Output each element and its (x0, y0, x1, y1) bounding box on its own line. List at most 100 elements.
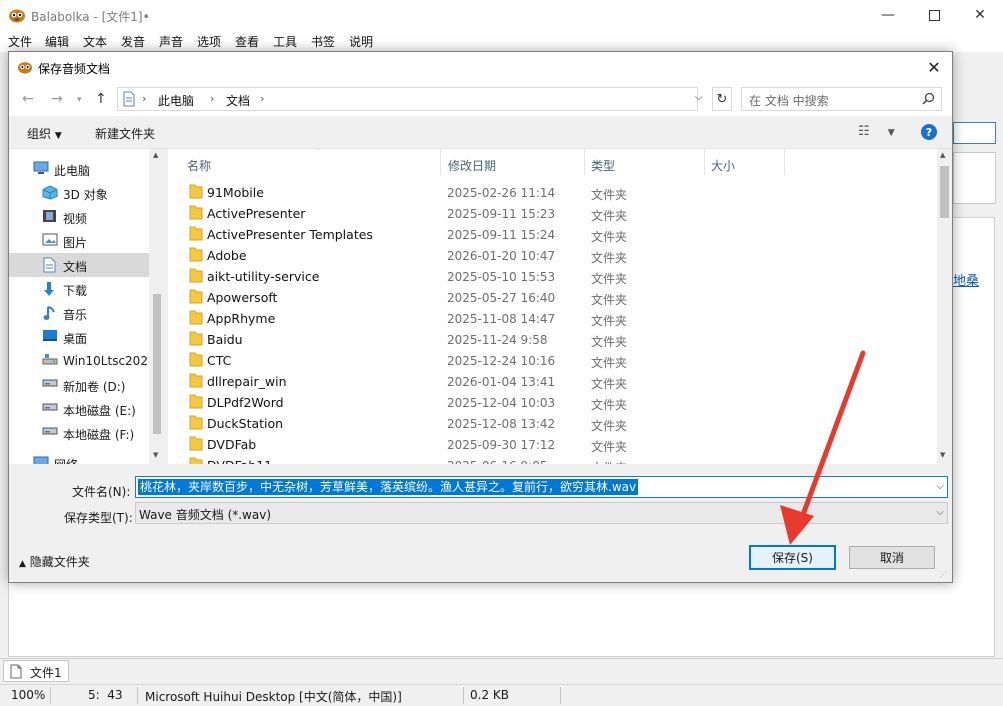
table-row[interactable]: aikt-utility-service 2025-05-10 15:53 文件夹 (168, 266, 938, 287)
hide-folders-toggle[interactable]: ▲ 隐藏文件夹 (19, 553, 90, 570)
new-folder-button[interactable]: 新建文件夹 (95, 125, 155, 142)
file-type: 文件夹 (591, 230, 628, 244)
maximize-button[interactable] (911, 0, 957, 30)
nav-item-pictures[interactable]: 图片 (9, 229, 149, 253)
nav-item-3d-objects[interactable]: 3D 对象 (9, 181, 149, 205)
menu-help[interactable]: 说明 (349, 33, 373, 50)
table-row[interactable]: DVDFab 2025-09-30 17:12 文件夹 (168, 434, 938, 455)
dialog-close-button[interactable]: ✕ (923, 56, 945, 78)
breadcrumb-separator-icon[interactable]: › (142, 92, 146, 105)
menu-bar: 文件 编辑 文本 发音 声音 选项 查看 工具 书签 说明 (0, 30, 1003, 52)
network-drive-icon (42, 353, 58, 369)
nav-item-drive-d[interactable]: 新加卷 (D:) (9, 373, 149, 397)
column-header-date[interactable]: 修改日期 (448, 157, 496, 174)
column-header-name[interactable]: 名称 (187, 157, 211, 174)
column-divider[interactable] (704, 149, 705, 175)
nav-item-desktop[interactable]: 桌面 (9, 325, 149, 349)
column-header-size[interactable]: 大小 (711, 157, 735, 174)
nav-item-win10ltsc2021[interactable]: Win10Ltsc2021 (9, 349, 156, 373)
save-button[interactable]: 保存(S) (749, 545, 836, 570)
scrollbar-thumb[interactable] (153, 294, 161, 434)
table-row[interactable]: ActivePresenter Templates 2025-09-11 15:2… (168, 224, 938, 245)
desktop-icon (42, 329, 58, 345)
table-row[interactable]: Apowersoft 2025-05-27 16:40 文件夹 (168, 287, 938, 308)
table-row[interactable]: ActivePresenter 2025-09-11 15:23 文件夹 (168, 203, 938, 224)
nav-item-documents[interactable]: 文档 (9, 253, 149, 277)
help-icon[interactable]: ? (921, 124, 937, 140)
column-header-type[interactable]: 类型 (591, 157, 615, 174)
table-row[interactable]: Baidu 2025-11-24 9:58 文件夹 (168, 329, 938, 350)
menu-pronunciation[interactable]: 发音 (121, 33, 145, 50)
folder-icon (189, 226, 203, 244)
table-row[interactable]: 91Mobile 2025-02-26 11:14 文件夹 (168, 182, 938, 203)
menu-view[interactable]: 查看 (235, 33, 259, 50)
recent-locations-icon[interactable]: ▾ (77, 95, 82, 105)
breadcrumb-separator-icon[interactable]: › (260, 92, 264, 105)
table-row[interactable]: Adobe 2026-01-20 10:47 文件夹 (168, 245, 938, 266)
table-row[interactable]: DLPdf2Word 2025-12-04 10:03 文件夹 (168, 392, 938, 413)
nav-item-network[interactable]: 网络 (9, 451, 149, 464)
folder-icon (189, 310, 203, 328)
breadcrumb-separator-icon[interactable]: › (210, 92, 214, 105)
file-name: DVDFab (207, 437, 257, 452)
menu-tools[interactable]: 工具 (273, 33, 297, 50)
breadcrumb-this-pc[interactable]: 此电脑 (158, 92, 194, 109)
back-arrow-icon[interactable]: ← (22, 91, 34, 107)
up-arrow-icon[interactable]: ↑ (95, 91, 107, 107)
nav-item-drive-f[interactable]: 本地磁盘 (F:) (9, 421, 149, 445)
file-type: 文件夹 (591, 188, 628, 202)
scrollbar-thumb[interactable] (940, 166, 949, 218)
cancel-button[interactable]: 取消 (849, 546, 935, 569)
dialog-toolbar: 组织 ▼ 新建文件夹 ☷ ▼ ? (9, 116, 952, 149)
table-row[interactable]: CTC 2025-12-24 10:16 文件夹 (168, 350, 938, 371)
search-input[interactable]: 在 文档 中搜索 (741, 87, 942, 111)
refresh-button[interactable]: ↻ (712, 87, 732, 111)
close-button[interactable]: ✕ (957, 0, 1003, 30)
filetype-select[interactable]: Wave 音频文档 (*.wav) ⌵ (135, 502, 948, 524)
forward-arrow-icon[interactable]: → (51, 91, 63, 107)
column-divider[interactable] (584, 149, 585, 175)
organize-button[interactable]: 组织 ▼ (27, 125, 62, 142)
column-divider[interactable] (784, 149, 785, 175)
resize-grip-icon[interactable]: ⋰ (939, 570, 947, 579)
music-icon (43, 305, 56, 324)
nav-item-downloads[interactable]: 下载 (9, 277, 149, 301)
scroll-up-icon[interactable]: ▲ (153, 151, 158, 159)
scroll-up-icon[interactable]: ▲ (940, 151, 945, 159)
menu-voice[interactable]: 声音 (159, 33, 183, 50)
chevron-down-icon[interactable]: ⌵ (936, 481, 944, 492)
column-divider[interactable] (440, 149, 441, 175)
scroll-down-icon[interactable]: ▼ (153, 451, 158, 459)
table-row[interactable]: DuckStation 2025-12-08 13:42 文件夹 (168, 413, 938, 434)
background-button[interactable] (953, 122, 996, 144)
menu-text[interactable]: 文本 (83, 33, 107, 50)
table-row[interactable]: AppRhyme 2025-11-08 14:47 文件夹 (168, 308, 938, 329)
breadcrumb-documents[interactable]: 文档 (226, 92, 250, 109)
nav-item-music[interactable]: 音乐 (9, 301, 149, 325)
folder-icon (189, 268, 203, 286)
address-bar[interactable]: › 此电脑 › 文档 › (117, 87, 698, 111)
menu-file[interactable]: 文件 (8, 33, 32, 50)
menu-edit[interactable]: 编辑 (45, 33, 69, 50)
file-type: 文件夹 (591, 314, 628, 328)
minimize-button[interactable]: — (865, 0, 911, 30)
table-row[interactable]: dllrepair_win 2026-01-04 13:41 文件夹 (168, 371, 938, 392)
navigation-scrollbar[interactable]: ▲ ▼ (149, 149, 165, 464)
chevron-down-icon[interactable]: ⌵ (936, 507, 944, 518)
file-list-scrollbar[interactable]: ▲ ▼ (937, 149, 952, 464)
editor-text-fragment: 地桑 (953, 274, 980, 289)
address-dropdown-icon[interactable]: ⌵ (695, 92, 703, 103)
table-row[interactable]: DVDFab11 2025-06-16 9:05 文件夹 (168, 455, 938, 464)
menu-options[interactable]: 选项 (197, 33, 221, 50)
filetype-value: Wave 音频文档 (*.wav) (139, 508, 272, 522)
filename-input[interactable]: 桃花林，夹岸数百步，中无杂树，芳草鲜美，落英缤纷。渔人甚异之。复前行，欲穷其林.… (135, 476, 948, 498)
view-options-button[interactable]: ☷ ▼ (858, 124, 895, 139)
file-name: DuckStation (207, 416, 284, 431)
nav-item-drive-e[interactable]: 本地磁盘 (E:) (9, 397, 149, 421)
menu-bookmarks[interactable]: 书签 (311, 33, 335, 50)
file-date: 2025-06-16 9:05 (447, 459, 548, 464)
nav-item-this-pc[interactable]: 此电脑 (9, 157, 149, 181)
nav-item-videos[interactable]: 视频 (9, 205, 149, 229)
nav-item-label: 新加卷 (D:) (63, 380, 126, 394)
scroll-down-icon[interactable]: ▼ (940, 451, 945, 459)
